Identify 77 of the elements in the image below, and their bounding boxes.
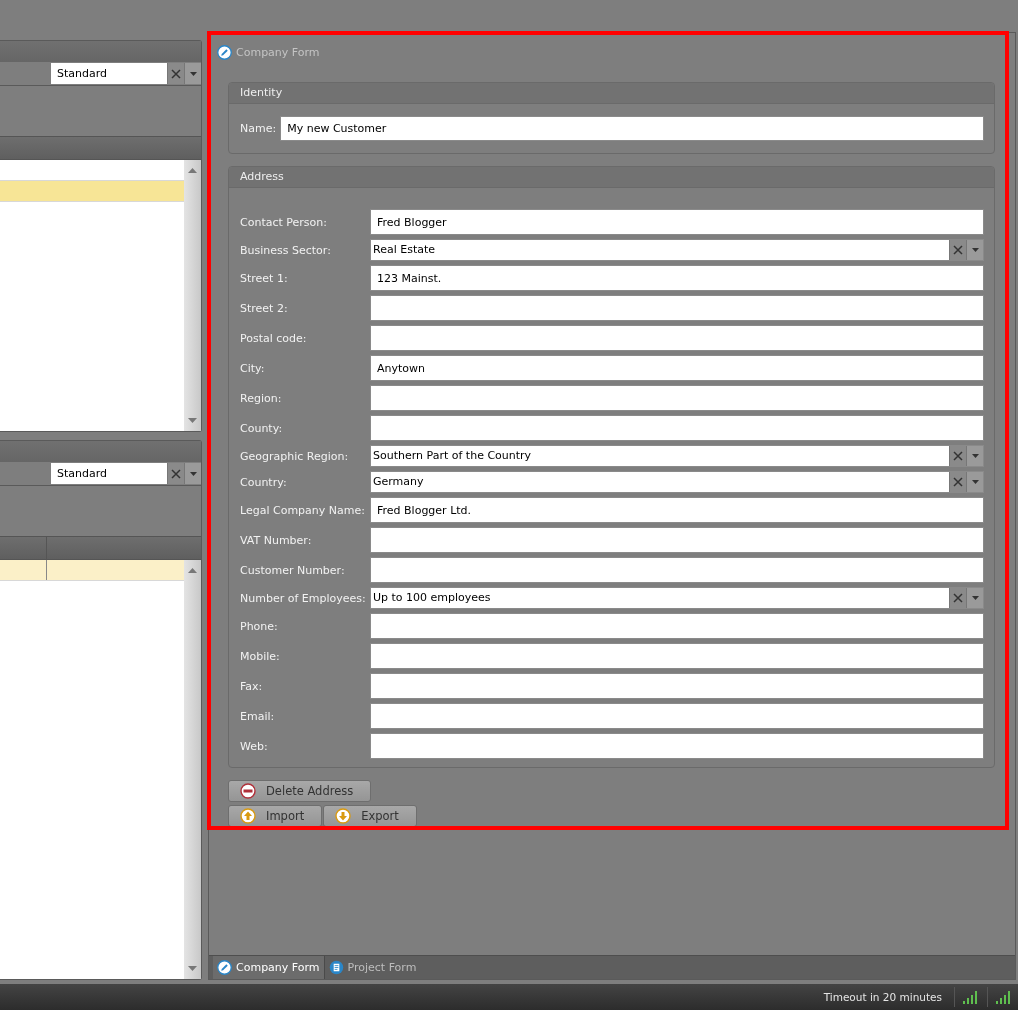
input-field[interactable] bbox=[370, 557, 984, 583]
delete-button[interactable]: Delete Address bbox=[228, 780, 372, 802]
view-dropdown[interactable]: Standard bbox=[51, 463, 201, 484]
caret-icon[interactable] bbox=[966, 446, 983, 466]
input-field[interactable] bbox=[370, 415, 984, 441]
input-field[interactable] bbox=[370, 703, 984, 729]
dropdown-field[interactable]: Southern Part of the Country bbox=[370, 445, 984, 467]
field-label: Email: bbox=[240, 709, 276, 723]
field-label: Street 1: bbox=[240, 271, 289, 285]
pencil-icon bbox=[217, 960, 232, 975]
field-label: Region: bbox=[240, 391, 283, 405]
scroll-down-icon[interactable] bbox=[188, 418, 197, 423]
input-field[interactable] bbox=[370, 613, 984, 639]
name-field[interactable]: My new Customer bbox=[280, 116, 984, 141]
input-field[interactable] bbox=[370, 643, 984, 669]
field-label: Geographic Region: bbox=[240, 449, 350, 463]
arrow-up-circle-icon bbox=[240, 808, 256, 824]
input-field[interactable] bbox=[370, 325, 984, 351]
field-label: Customer Number: bbox=[240, 563, 346, 577]
field-label: Street 2: bbox=[240, 301, 289, 315]
input-field[interactable] bbox=[370, 527, 984, 553]
input-field[interactable] bbox=[370, 385, 984, 411]
input-field[interactable]: Fred Blogger Ltd. bbox=[370, 497, 984, 523]
clear-icon[interactable] bbox=[949, 446, 966, 466]
arrow-down-circle-icon bbox=[335, 808, 352, 824]
import-button[interactable]: Import bbox=[228, 805, 323, 827]
field-label: Contact Person: bbox=[240, 215, 328, 229]
input-field[interactable]: 123 Mainst. bbox=[370, 265, 984, 291]
input-field[interactable] bbox=[370, 673, 984, 699]
scroll-down-icon[interactable] bbox=[188, 966, 197, 971]
timeout-text: Timeout in 20 minutes bbox=[823, 991, 942, 1003]
form-tab[interactable]: Company Form bbox=[213, 956, 325, 979]
field-label: Fax: bbox=[240, 679, 264, 693]
caret-icon[interactable] bbox=[966, 472, 983, 492]
input-field[interactable] bbox=[370, 295, 984, 321]
clear-icon[interactable] bbox=[167, 463, 184, 484]
clear-icon[interactable] bbox=[949, 240, 966, 260]
field-label: Web: bbox=[240, 739, 269, 753]
pencil-icon bbox=[217, 45, 232, 60]
field-label: Business Sector: bbox=[240, 243, 332, 257]
signal-icon bbox=[963, 990, 979, 1004]
field-label: Number of Employees: bbox=[240, 591, 367, 605]
field-label: Legal Company Name: bbox=[240, 503, 366, 517]
section-title: Identity bbox=[229, 83, 994, 104]
field-label: County: bbox=[240, 421, 284, 435]
minus-circle-icon bbox=[240, 783, 256, 799]
section-title: Address bbox=[229, 167, 994, 188]
dropdown-field[interactable]: Germany bbox=[370, 471, 984, 493]
view-dropdown[interactable]: Standard bbox=[51, 63, 201, 84]
input-field[interactable]: Fred Blogger bbox=[370, 209, 984, 235]
scrollbar[interactable] bbox=[184, 160, 201, 431]
form-title: Company Form bbox=[236, 46, 320, 59]
caret-icon[interactable] bbox=[184, 463, 201, 484]
field-label: Mobile: bbox=[240, 649, 281, 663]
caret-icon[interactable] bbox=[966, 240, 983, 260]
scrollbar[interactable] bbox=[184, 560, 201, 979]
field-label: City: bbox=[240, 361, 266, 375]
clear-icon[interactable] bbox=[167, 63, 184, 84]
signal-icon bbox=[996, 990, 1012, 1004]
field-label: Phone: bbox=[240, 619, 279, 633]
input-field[interactable]: Anytown bbox=[370, 355, 984, 381]
clear-icon[interactable] bbox=[949, 588, 966, 608]
input-field[interactable] bbox=[370, 733, 984, 759]
scroll-up-icon[interactable] bbox=[188, 168, 197, 173]
field-label: VAT Number: bbox=[240, 533, 313, 547]
document-icon bbox=[328, 960, 344, 975]
scroll-up-icon[interactable] bbox=[188, 568, 197, 573]
field-label: Country: bbox=[240, 475, 288, 489]
field-label: Postal code: bbox=[240, 331, 308, 345]
clear-icon[interactable] bbox=[949, 472, 966, 492]
caret-icon[interactable] bbox=[966, 588, 983, 608]
export-button[interactable]: Export bbox=[323, 805, 417, 827]
field-label: Name: bbox=[240, 122, 277, 135]
caret-icon[interactable] bbox=[184, 63, 201, 84]
dropdown-field[interactable]: Up to 100 employees bbox=[370, 587, 984, 609]
form-tab[interactable]: Project Form bbox=[324, 956, 421, 979]
dropdown-field[interactable]: Real Estate bbox=[370, 239, 984, 261]
